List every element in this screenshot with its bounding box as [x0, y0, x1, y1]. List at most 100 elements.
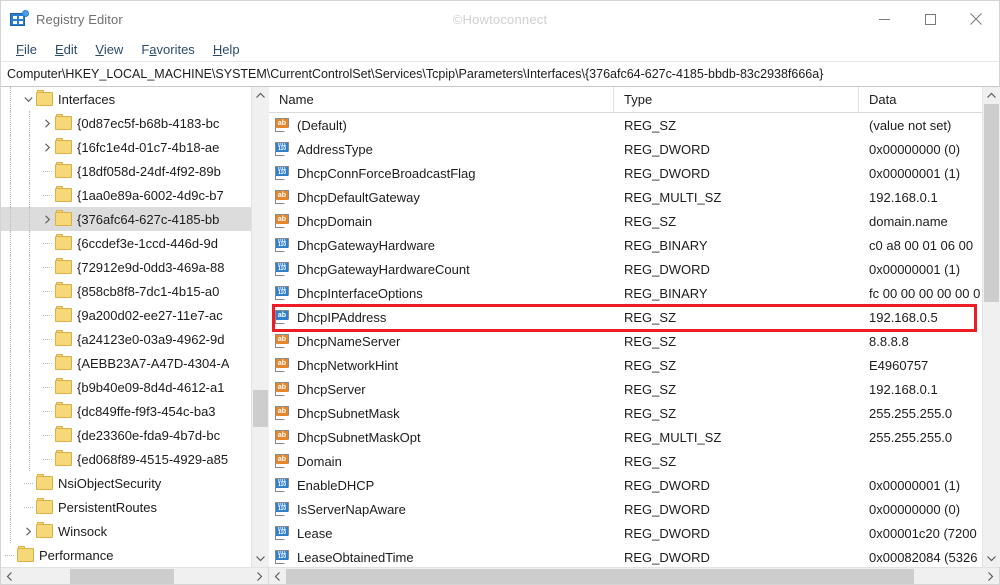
menu-item-edit[interactable]: Edit [46, 40, 86, 59]
registry-value-row[interactable]: ab DhcpNetworkHint REG_SZ E4960757 [269, 353, 982, 377]
tree-node[interactable]: {dc849ffe-f9f3-454c-ba3 [1, 399, 251, 423]
tree-node[interactable]: {858cb8f8-7dc1-4b15-a0 [1, 279, 251, 303]
tree-scroll-up-icon[interactable] [251, 87, 269, 104]
tree-node[interactable]: Interfaces [1, 87, 251, 111]
tree-vertical-scrollbar[interactable] [251, 87, 269, 567]
tree-node-label: {ed068f89-4515-4929-a85 [77, 451, 229, 467]
column-header-data[interactable]: Data [859, 87, 982, 113]
column-header-type[interactable]: Type [614, 87, 859, 113]
value-type-cell: REG_MULTI_SZ [624, 429, 722, 445]
chevron-right-icon[interactable] [39, 118, 55, 128]
value-name-cell: 011 110 EnableDHCP [269, 477, 614, 493]
registry-value-row[interactable]: 011 110 DhcpConnForceBroadcastFlag REG_DWOR… [269, 161, 982, 185]
registry-value-row[interactable]: ab DhcpDefaultGateway REG_MULTI_SZ 192.168.… [269, 185, 982, 209]
values-scroll-up-icon[interactable] [982, 87, 1000, 104]
folder-icon [55, 258, 72, 274]
tree-scroll-left-icon[interactable] [1, 568, 18, 585]
values-scroll-track[interactable] [982, 104, 1000, 550]
registry-value-row[interactable]: ab DhcpDomain REG_SZ domain.name [269, 209, 982, 233]
registry-value-row[interactable]: 011 110 DhcpGatewayHardware REG_BINARY c0 a8… [269, 233, 982, 257]
value-data-cell: 0x00000000 (0) [869, 501, 961, 517]
tree-node[interactable]: {72912e9d-0dd3-469a-88 [1, 255, 251, 279]
folder-icon [55, 234, 72, 250]
registry-value-row[interactable]: ab DhcpSubnetMaskOpt REG_MULTI_SZ 255.255.2… [269, 425, 982, 449]
tree-indent-guide [1, 399, 20, 423]
tree-node[interactable]: {6ccdef3e-1ccd-446d-9d [1, 231, 251, 255]
value-name-text: LeaseObtainedTime [297, 549, 414, 565]
tree-hscroll-track[interactable] [18, 568, 251, 585]
values-hscroll-track[interactable] [286, 568, 982, 585]
tree-node[interactable]: {18df058d-24df-4f92-89b [1, 159, 251, 183]
tree-scroll-thumb[interactable] [252, 390, 268, 427]
tree-node[interactable]: {ed068f89-4515-4929-a85 [1, 447, 251, 471]
menu-item-file[interactable]: File [7, 40, 46, 59]
tree-node[interactable]: {a24123e0-03a9-4962-9d [1, 327, 251, 351]
tree-node[interactable]: {376afc64-627c-4185-bb [1, 207, 251, 231]
registry-value-row[interactable]: ab DhcpSubnetMask REG_SZ 255.255.255.0 [269, 401, 982, 425]
tree-leaf-connector [39, 266, 55, 268]
registry-value-row[interactable]: 011 110 DhcpGatewayHardwareCount REG_DWORD 0… [269, 257, 982, 281]
folder-icon [55, 378, 72, 394]
tree-scroll-right-icon[interactable] [251, 568, 268, 585]
tree-leaf-connector [39, 386, 55, 388]
value-data-cell: domain.name [869, 213, 948, 229]
tree-node[interactable]: NsiObjectSecurity [1, 471, 251, 495]
value-data-cell: 255.255.255.0 [869, 405, 953, 421]
close-button[interactable] [953, 1, 999, 37]
value-data-cell: 8.8.8.8 [869, 333, 909, 349]
tree-node[interactable]: {9a200d02-ee27-11e7-ac [1, 303, 251, 327]
dword-value-icon: 011 110 [275, 549, 290, 565]
registry-value-row[interactable]: 011 110 DhcpInterfaceOptions REG_BINARY fc 0… [269, 281, 982, 305]
tree-node[interactable]: {de23360e-fda9-4b7d-bc [1, 423, 251, 447]
tree-indent-guide [20, 231, 39, 255]
tree-hscroll-thumb[interactable] [70, 568, 174, 584]
value-name-text: DhcpInterfaceOptions [297, 285, 423, 301]
registry-value-row[interactable]: ab DhcpIPAddress REG_SZ 192.168.0.5 [269, 305, 982, 329]
registry-value-row[interactable]: ab DhcpServer REG_SZ 192.168.0.1 [269, 377, 982, 401]
chevron-down-icon[interactable] [20, 95, 36, 104]
registry-value-row[interactable]: 011 110 AddressType REG_DWORD 0x00000000 (0) [269, 137, 982, 161]
registry-editor-window: Registry Editor ©Howtoconnect File Edit Vi… [0, 0, 1000, 585]
values-horizontal-scrollbar[interactable] [269, 567, 999, 584]
tree-node[interactable]: {b9b40e09-8d4d-4612-a1 [1, 375, 251, 399]
menu-item-favorites[interactable]: Favorites [132, 40, 203, 59]
title-bar: Registry Editor ©Howtoconnect [1, 1, 999, 37]
tree-node[interactable]: {16fc1e4d-01c7-4b18-ae [1, 135, 251, 159]
registry-value-row[interactable]: ab (Default) REG_SZ (value not set) [269, 113, 982, 137]
registry-value-row[interactable]: 011 110 LeaseObtainedTime REG_DWORD 0x000820… [269, 545, 982, 567]
value-name-text: DhcpNetworkHint [297, 357, 399, 373]
tree-indent-guide [1, 231, 20, 255]
menu-item-help[interactable]: Help [204, 40, 249, 59]
maximize-button[interactable] [907, 1, 953, 37]
values-scroll-left-icon[interactable] [269, 568, 286, 585]
minimize-button[interactable] [861, 1, 907, 37]
chevron-right-icon[interactable] [39, 142, 55, 152]
chevron-right-icon[interactable] [20, 526, 36, 536]
registry-values-list[interactable]: ab (Default) REG_SZ (value not set) 011 110 Ad… [269, 113, 982, 567]
registry-value-row[interactable]: 011 110 IsServerNapAware REG_DWORD 0x0000000… [269, 497, 982, 521]
tree-scroll-track[interactable] [251, 104, 269, 550]
registry-value-row[interactable]: 011 110 Lease REG_DWORD 0x00001c20 (7200 [269, 521, 982, 545]
tree-horizontal-scrollbar[interactable] [1, 567, 268, 584]
values-scroll-thumb[interactable] [983, 104, 999, 302]
folder-icon [36, 522, 53, 538]
column-header-name[interactable]: Name [269, 87, 614, 113]
values-hscroll-thumb[interactable] [286, 568, 914, 584]
values-scroll-right-icon[interactable] [982, 568, 999, 585]
tree-scroll-down-icon[interactable] [251, 550, 269, 567]
tree-node[interactable]: PersistentRoutes [1, 495, 251, 519]
registry-value-row[interactable]: ab DhcpNameServer REG_SZ 8.8.8.8 [269, 329, 982, 353]
tree-node[interactable]: {AEBB23A7-A47D-4304-A [1, 351, 251, 375]
registry-tree[interactable]: Interfaces {0d87ec5f-b68b-4183-bc {16fc1e4… [1, 87, 251, 567]
tree-node[interactable]: Winsock [1, 519, 251, 543]
values-scroll-down-icon[interactable] [982, 550, 1000, 567]
registry-path-bar[interactable]: Computer\HKEY_LOCAL_MACHINE\SYSTEM\Curre… [1, 62, 999, 87]
registry-value-row[interactable]: 011 110 EnableDHCP REG_DWORD 0x00000001 (1) [269, 473, 982, 497]
menu-item-view[interactable]: View [86, 40, 132, 59]
chevron-right-icon[interactable] [39, 214, 55, 224]
tree-node[interactable]: {0d87ec5f-b68b-4183-bc [1, 111, 251, 135]
tree-node[interactable]: Performance [1, 543, 251, 567]
values-vertical-scrollbar[interactable] [982, 87, 1000, 567]
registry-value-row[interactable]: ab Domain REG_SZ [269, 449, 982, 473]
tree-node[interactable]: {1aa0e89a-6002-4d9c-b7 [1, 183, 251, 207]
